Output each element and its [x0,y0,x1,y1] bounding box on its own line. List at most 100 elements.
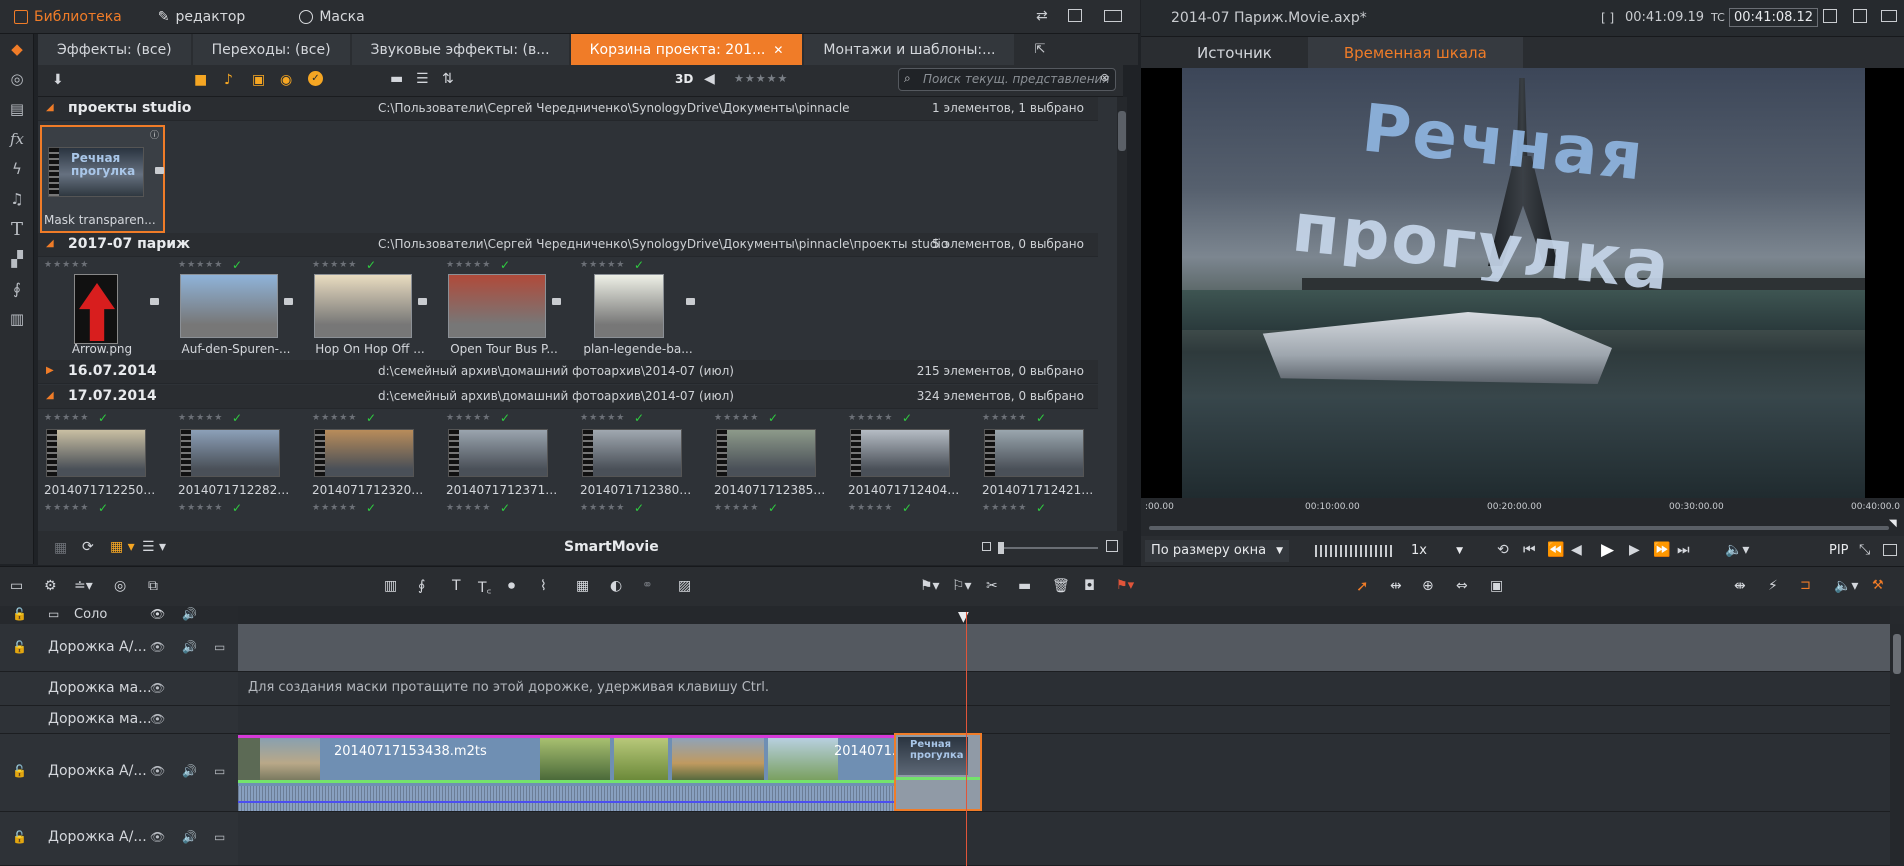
close-icon[interactable]: ✕ [773,43,783,57]
group-header[interactable]: ◢ 2017-07 париж C:\Пользователи\Сергей Ч… [38,233,1098,257]
rating[interactable]: ★★★★★ [312,260,357,270]
rating[interactable]: ★★★★★ [714,413,759,423]
rating[interactable]: ★★★★★ [714,503,759,513]
photos-icon[interactable]: ▤ [0,94,34,124]
tab-mask[interactable]: Маска [285,0,378,34]
tag-icon[interactable]: ◀ [704,71,715,87]
rating[interactable]: ★★★★★ [178,260,223,270]
color-icon[interactable]: ◐ [610,578,622,594]
rating[interactable]: ★★★★★ [312,413,357,423]
expand-icon[interactable]: ▶ [46,365,54,376]
grid-view-icon[interactable]: ▦ ▾ [110,539,135,555]
group-header[interactable]: ◢ проекты studio C:\Пользователи\Сергей … [38,97,1098,121]
storyboard-icon[interactable]: ⧉ [148,578,158,594]
monitor-icon[interactable]: ▭ [48,607,59,621]
list-item[interactable]: ★★★★★ ✓ 20140717123854... ★★★★★ ✓ [710,411,830,515]
track-menu-icon[interactable]: ≐▾ [74,578,93,594]
timeline-clip[interactable]: 20140717153438.m2ts 2014071... [238,735,982,811]
rating[interactable]: ★★★★★ [44,503,89,513]
photo-filter-icon[interactable]: ▣ [252,72,265,88]
library-scrollbar[interactable] [1117,97,1127,531]
rating[interactable]: ★★★★★ [848,503,893,513]
list-item[interactable]: ★★★★★ ✓ 20140717124213... ★★★★★ ✓ [978,411,1098,515]
rating[interactable]: ★★★★★ [446,260,491,270]
marker-icon[interactable]: ⚐▾ [952,578,972,594]
player-ruler[interactable]: :00.00 00:10:00.00 00:20:00.00 00:30:00.… [1141,498,1904,536]
track-header[interactable]: 🔓 Дорожка А/... 👁 🔊 ▭ [0,734,238,812]
lock-icon[interactable]: 🔓 [12,607,27,621]
track-area[interactable] [238,624,1890,672]
eye-icon[interactable]: 👁 [150,764,165,778]
rating[interactable]: ★★★★★ [580,503,625,513]
list-item[interactable]: ★★★★★ ✓ 20140717123202... ★★★★★ ✓ [308,411,428,515]
title-icon[interactable]: T [452,578,461,594]
group-header[interactable]: ◢ 17.07.2014 d:\семейный архив\домашний … [38,385,1098,409]
rating[interactable]: ★★★★★ [982,413,1027,423]
new-tab-icon[interactable]: ⇱ [1034,42,1045,57]
tab-library[interactable]: Библиотека [0,0,136,34]
fullscreen-icon[interactable] [1883,544,1897,556]
microphone-icon[interactable]: ⏺ [508,578,515,594]
video-preview[interactable]: Речная прогулка [1141,68,1904,498]
collapse-icon[interactable]: ◢ [46,102,54,113]
keyframe-icon[interactable]: ⌇ [540,578,547,594]
skip-end-icon[interactable]: ⏭ [1677,542,1690,558]
tab-editor[interactable]: ✎ редактор [144,0,260,34]
list-item[interactable]: ★★★★★ ✓ 20140717122821... ★★★★★ ✓ [174,411,294,515]
trash-icon[interactable]: 🗑 [1052,578,1070,594]
marker-in-icon[interactable]: ⚑▾ [920,578,940,594]
window-icon[interactable] [1068,9,1082,22]
rating[interactable]: ★★★★★ [580,413,625,423]
tab-montages[interactable]: Монтажи и шаблоны:... [804,34,1015,65]
list-item[interactable]: ★★★★★ Arrow.png [40,260,160,360]
settings-icon[interactable]: ⚙ [44,578,57,594]
record-marker-icon[interactable]: ⚑▾ [1116,578,1134,593]
sound-icon[interactable]: ∮ [418,578,425,594]
lock-icon[interactable]: 🔓 [12,830,27,844]
music-icon[interactable]: ♫ [0,184,34,214]
rating[interactable]: ★★★★★ [848,413,893,423]
swap-icon[interactable]: ⇄ [1036,8,1048,24]
tab-effects[interactable]: Эффекты: (все) [38,34,191,65]
snap-icon[interactable]: ⊐ [1800,578,1811,593]
view-3d-toggle[interactable]: 3D [675,72,693,86]
rating-filter[interactable]: ★★★★★ [734,72,788,85]
list-view-icon[interactable]: ☰ [416,71,429,87]
sync-icon[interactable]: ⚒ [1872,578,1884,593]
track-monitor-icon[interactable]: ▭ [214,764,225,778]
mask-track-area[interactable]: Для создания маски протащите по этой дор… [238,672,1890,706]
group-header[interactable]: ▶ 16.07.2014 d:\семейный архив\домашний … [38,360,1098,384]
prev-frame-icon[interactable]: ⏪ [1547,542,1564,558]
rating[interactable]: ★★★★★ [446,503,491,513]
track-header[interactable]: Дорожка ма... 👁 [0,672,238,706]
step-back-icon[interactable]: ◀ [1571,542,1582,558]
eye-icon[interactable]: 👁 [150,607,165,621]
track-monitor-icon[interactable]: ▭ [214,830,225,844]
skip-start-icon[interactable]: ⏮ [1523,542,1536,558]
smartmovie-button[interactable]: SmartMovie [564,539,659,555]
list-item[interactable]: ★★★★★ ✓ 20140717123713... ★★★★★ ✓ [442,411,562,515]
insert-icon[interactable]: ▬ [1018,578,1031,594]
audio-mixer-icon[interactable]: ▥ [384,578,397,594]
playhead[interactable] [966,612,967,866]
check-filter-icon[interactable]: ✓ [308,71,323,86]
tc-field[interactable]: 00:41:08.12 [1729,8,1819,27]
detach-icon[interactable] [1853,9,1867,23]
collapse-icon[interactable]: ◢ [46,390,54,401]
list-item[interactable]: ★★★★★ ✓ plan-legende-ba... [576,258,696,360]
tab-sound-effects[interactable]: Звуковые эффекты: (в... [351,34,569,65]
delete-icon[interactable]: ▦ [54,540,67,556]
list-item[interactable]: ★★★★★ ✓ 20140717123807... ★★★★★ ✓ [576,411,696,515]
scrub-handle[interactable]: ◥ [1889,518,1897,529]
lock-icon[interactable]: 🔓 [12,764,27,778]
rating[interactable]: ★★★★★ [580,260,625,270]
list-item-selected[interactable]: ⓘ Речная прогулка Mask transparen... [40,125,165,233]
fx-icon[interactable]: fx [0,124,34,154]
music-filter-icon[interactable]: ♪ [224,72,233,88]
speaker-icon[interactable]: 🔊 [182,607,197,621]
rating[interactable]: ★★★★★ [178,503,223,513]
slide-icon[interactable]: ⇔ [1456,578,1468,594]
player-layout-icon[interactable] [1881,10,1897,22]
export-icon[interactable] [1823,9,1837,23]
rating[interactable]: ★★★★★ [446,413,491,423]
